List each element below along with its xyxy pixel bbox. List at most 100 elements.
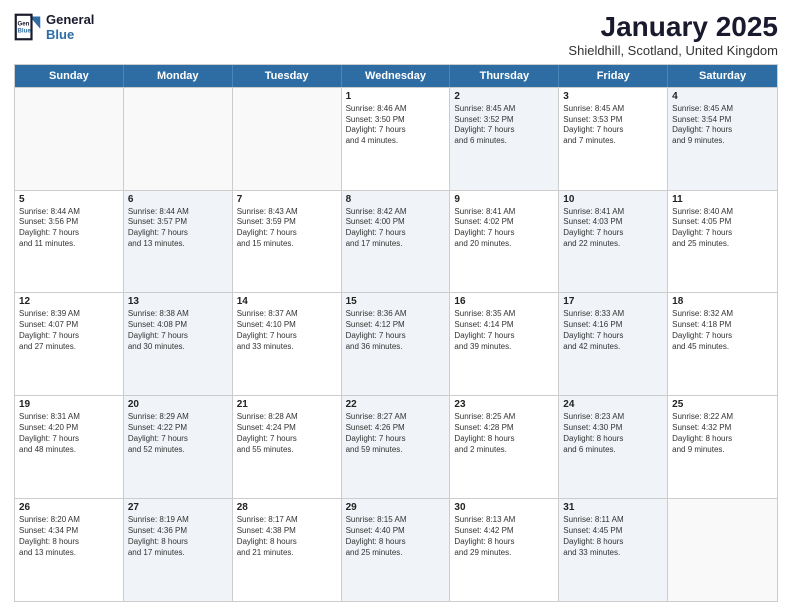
day-number: 9 — [454, 194, 554, 205]
calendar-cell: 21 Sunrise: 8:28 AM Sunset: 4:24 PM Dayli… — [233, 396, 342, 498]
calendar-cell: 2Sunrise: 8:45 AM Sunset: 3:52 PM Daylig… — [450, 88, 559, 190]
day-number: 15 — [346, 296, 446, 307]
calendar-cell: 29 Sunrise: 8:15 AM Sunset: 4:40 PM Dayli… — [342, 499, 451, 601]
cell-info: Sunrise: 8:22 AM Sunset: 4:32 PM Dayligh… — [672, 412, 773, 455]
calendar-cell: 14 Sunrise: 8:37 AM Sunset: 4:10 PM Dayli… — [233, 293, 342, 395]
header: Gen Blue General Blue January 2025 Shiel… — [14, 12, 778, 58]
cell-info: Sunrise: 8:11 AM Sunset: 4:45 PM Dayligh… — [563, 515, 663, 558]
day-number: 31 — [563, 502, 663, 513]
cell-info: Sunrise: 8:20 AM Sunset: 4:34 PM Dayligh… — [19, 515, 119, 558]
cell-info: Sunrise: 8:45 AM Sunset: 3:54 PM Dayligh… — [672, 104, 773, 147]
cell-info: Sunrise: 8:13 AM Sunset: 4:42 PM Dayligh… — [454, 515, 554, 558]
calendar-cell: 18 Sunrise: 8:32 AM Sunset: 4:18 PM Dayli… — [668, 293, 777, 395]
calendar-cell: 17 Sunrise: 8:33 AM Sunset: 4:16 PM Dayli… — [559, 293, 668, 395]
cell-info: Sunrise: 8:38 AM Sunset: 4:08 PM Dayligh… — [128, 309, 228, 352]
calendar-cell — [124, 88, 233, 190]
day-number: 14 — [237, 296, 337, 307]
day-number: 16 — [454, 296, 554, 307]
calendar-cell: 28Sunrise: 8:17 AM Sunset: 4:38 PM Dayli… — [233, 499, 342, 601]
calendar-cell: 8 Sunrise: 8:42 AM Sunset: 4:00 PM Daylig… — [342, 191, 451, 293]
weekday-header: Friday — [559, 65, 668, 87]
day-number: 25 — [672, 399, 773, 410]
cell-info: Sunrise: 8:23 AM Sunset: 4:30 PM Dayligh… — [563, 412, 663, 455]
cell-info: Sunrise: 8:33 AM Sunset: 4:16 PM Dayligh… — [563, 309, 663, 352]
day-number: 6 — [128, 194, 228, 205]
page: Gen Blue General Blue January 2025 Shiel… — [0, 0, 792, 612]
calendar-cell: 12 Sunrise: 8:39 AM Sunset: 4:07 PM Dayli… — [15, 293, 124, 395]
cell-info: Sunrise: 8:29 AM Sunset: 4:22 PM Dayligh… — [128, 412, 228, 455]
calendar-cell: 24 Sunrise: 8:23 AM Sunset: 4:30 PM Dayli… — [559, 396, 668, 498]
cell-info: Sunrise: 8:28 AM Sunset: 4:24 PM Dayligh… — [237, 412, 337, 455]
cell-info: Sunrise: 8:42 AM Sunset: 4:00 PM Dayligh… — [346, 207, 446, 250]
day-number: 17 — [563, 296, 663, 307]
day-number: 13 — [128, 296, 228, 307]
calendar-cell: 9 Sunrise: 8:41 AM Sunset: 4:02 PM Daylig… — [450, 191, 559, 293]
weekday-header: Wednesday — [342, 65, 451, 87]
cell-info: Sunrise: 8:19 AM Sunset: 4:36 PM Dayligh… — [128, 515, 228, 558]
cell-info: Sunrise: 8:41 AM Sunset: 4:02 PM Dayligh… — [454, 207, 554, 250]
calendar-cell: 13 Sunrise: 8:38 AM Sunset: 4:08 PM Dayli… — [124, 293, 233, 395]
calendar-row: 19 Sunrise: 8:31 AM Sunset: 4:20 PM Dayli… — [15, 395, 777, 498]
day-number: 2 — [454, 91, 554, 102]
logo-text: General Blue — [46, 12, 94, 42]
calendar-cell: 11Sunrise: 8:40 AM Sunset: 4:05 PM Dayli… — [668, 191, 777, 293]
logo-icon: Gen Blue — [14, 13, 42, 41]
calendar-cell: 31 Sunrise: 8:11 AM Sunset: 4:45 PM Dayli… — [559, 499, 668, 601]
calendar-cell: 3Sunrise: 8:45 AM Sunset: 3:53 PM Daylig… — [559, 88, 668, 190]
cell-info: Sunrise: 8:31 AM Sunset: 4:20 PM Dayligh… — [19, 412, 119, 455]
calendar-cell: 4 Sunrise: 8:45 AM Sunset: 3:54 PM Daylig… — [668, 88, 777, 190]
day-number: 10 — [563, 194, 663, 205]
calendar-row: 5 Sunrise: 8:44 AM Sunset: 3:56 PM Daylig… — [15, 190, 777, 293]
main-title: January 2025 — [568, 12, 778, 43]
day-number: 11 — [672, 194, 773, 205]
weekday-header: Tuesday — [233, 65, 342, 87]
day-number: 20 — [128, 399, 228, 410]
cell-info: Sunrise: 8:27 AM Sunset: 4:26 PM Dayligh… — [346, 412, 446, 455]
day-number: 5 — [19, 194, 119, 205]
day-number: 4 — [672, 91, 773, 102]
cell-info: Sunrise: 8:32 AM Sunset: 4:18 PM Dayligh… — [672, 309, 773, 352]
calendar-cell: 23 Sunrise: 8:25 AM Sunset: 4:28 PM Dayli… — [450, 396, 559, 498]
cell-info: Sunrise: 8:15 AM Sunset: 4:40 PM Dayligh… — [346, 515, 446, 558]
title-block: January 2025 Shieldhill, Scotland, Unite… — [568, 12, 778, 58]
logo: Gen Blue General Blue — [14, 12, 94, 42]
day-number: 1 — [346, 91, 446, 102]
weekday-header: Saturday — [668, 65, 777, 87]
calendar-cell: 25 Sunrise: 8:22 AM Sunset: 4:32 PM Dayli… — [668, 396, 777, 498]
calendar-row: 12 Sunrise: 8:39 AM Sunset: 4:07 PM Dayli… — [15, 292, 777, 395]
calendar-cell: 30 Sunrise: 8:13 AM Sunset: 4:42 PM Dayli… — [450, 499, 559, 601]
subtitle: Shieldhill, Scotland, United Kingdom — [568, 43, 778, 58]
day-number: 18 — [672, 296, 773, 307]
cell-info: Sunrise: 8:46 AM Sunset: 3:50 PM Dayligh… — [346, 104, 446, 147]
svg-text:Gen: Gen — [18, 20, 30, 27]
weekday-header: Thursday — [450, 65, 559, 87]
calendar-cell: 20 Sunrise: 8:29 AM Sunset: 4:22 PM Dayli… — [124, 396, 233, 498]
day-number: 30 — [454, 502, 554, 513]
day-number: 19 — [19, 399, 119, 410]
day-number: 29 — [346, 502, 446, 513]
day-number: 7 — [237, 194, 337, 205]
weekday-header: Monday — [124, 65, 233, 87]
calendar-cell: 6Sunrise: 8:44 AM Sunset: 3:57 PM Daylig… — [124, 191, 233, 293]
day-number: 23 — [454, 399, 554, 410]
day-number: 22 — [346, 399, 446, 410]
calendar-row: 26Sunrise: 8:20 AM Sunset: 4:34 PM Dayli… — [15, 498, 777, 601]
calendar-cell — [15, 88, 124, 190]
calendar-cell: 26Sunrise: 8:20 AM Sunset: 4:34 PM Dayli… — [15, 499, 124, 601]
day-number: 21 — [237, 399, 337, 410]
cell-info: Sunrise: 8:25 AM Sunset: 4:28 PM Dayligh… — [454, 412, 554, 455]
calendar-cell: 27Sunrise: 8:19 AM Sunset: 4:36 PM Dayli… — [124, 499, 233, 601]
calendar-row: 1 Sunrise: 8:46 AM Sunset: 3:50 PM Daylig… — [15, 87, 777, 190]
cell-info: Sunrise: 8:44 AM Sunset: 3:56 PM Dayligh… — [19, 207, 119, 250]
calendar-cell: 1 Sunrise: 8:46 AM Sunset: 3:50 PM Daylig… — [342, 88, 451, 190]
calendar-header: SundayMondayTuesdayWednesdayThursdayFrid… — [15, 65, 777, 87]
day-number: 12 — [19, 296, 119, 307]
weekday-header: Sunday — [15, 65, 124, 87]
cell-info: Sunrise: 8:43 AM Sunset: 3:59 PM Dayligh… — [237, 207, 337, 250]
cell-info: Sunrise: 8:37 AM Sunset: 4:10 PM Dayligh… — [237, 309, 337, 352]
cell-info: Sunrise: 8:39 AM Sunset: 4:07 PM Dayligh… — [19, 309, 119, 352]
day-number: 3 — [563, 91, 663, 102]
cell-info: Sunrise: 8:41 AM Sunset: 4:03 PM Dayligh… — [563, 207, 663, 250]
day-number: 24 — [563, 399, 663, 410]
day-number: 8 — [346, 194, 446, 205]
